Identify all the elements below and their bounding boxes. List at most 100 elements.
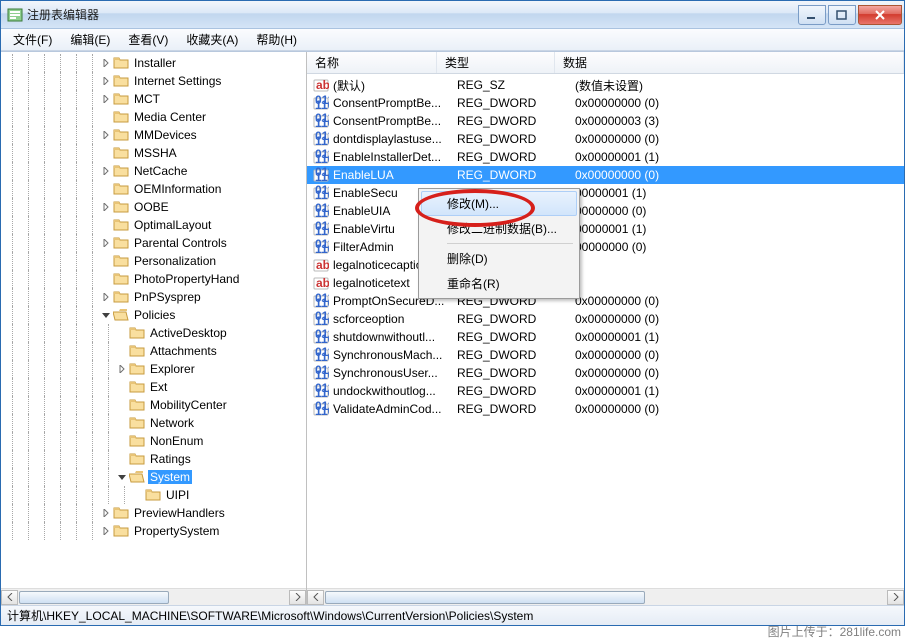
ctx-modify[interactable]: 修改(M)... [421,191,577,216]
tree-item[interactable]: NonEnum [1,432,306,450]
tree-item[interactable]: PropertySystem [1,522,306,540]
tree-item[interactable]: Personalization [1,252,306,270]
tree-item[interactable]: Installer [1,54,306,72]
expander-icon[interactable] [101,58,111,68]
expander-icon[interactable] [101,76,111,86]
list-row[interactable]: 011110undockwithoutlog...REG_DWORD0x0000… [307,382,904,400]
tree-item[interactable]: ActiveDesktop [1,324,306,342]
tree-item[interactable]: MobilityCenter [1,396,306,414]
list-row[interactable]: 011110dontdisplaylastuse...REG_DWORD0x00… [307,130,904,148]
expander-icon[interactable] [101,112,111,122]
list-row[interactable]: 011110PromptOnSecureD...REG_DWORD0x00000… [307,292,904,310]
expander-icon[interactable] [101,256,111,266]
tree-item[interactable]: MCT [1,90,306,108]
scroll-left-button[interactable] [307,590,324,605]
list-row[interactable]: 011110EnableVirtu00000001 (1) [307,220,904,238]
expander-icon[interactable] [101,130,111,140]
tree-item[interactable]: PreviewHandlers [1,504,306,522]
expander-icon[interactable] [101,238,111,248]
list-body[interactable]: ab(默认)REG_SZ(数值未设置)011110ConsentPromptBe… [307,74,904,588]
expander-icon[interactable] [117,472,127,482]
scroll-track[interactable] [324,590,887,605]
tree-item[interactable]: Network [1,414,306,432]
list-row[interactable]: ab(默认)REG_SZ(数值未设置) [307,76,904,94]
expander-icon[interactable] [117,454,127,464]
expander-icon[interactable] [101,202,111,212]
header-data[interactable]: 数据 [555,52,904,73]
list-row[interactable]: 011110shutdownwithoutl...REG_DWORD0x0000… [307,328,904,346]
tree-item[interactable]: MSSHA [1,144,306,162]
scroll-track[interactable] [18,590,289,605]
menu-view[interactable]: 查看(V) [120,29,176,50]
tree-item[interactable]: Policies [1,306,306,324]
list-row[interactable]: 011110SynchronousMach...REG_DWORD0x00000… [307,346,904,364]
menu-edit[interactable]: 编辑(E) [62,29,118,50]
expander-icon[interactable] [117,364,127,374]
tree-item[interactable]: Internet Settings [1,72,306,90]
expander-icon[interactable] [117,346,127,356]
menu-help[interactable]: 帮助(H) [248,29,305,50]
expander-icon[interactable] [101,148,111,158]
tree-scroll[interactable]: InstallerInternet SettingsMCTMedia Cente… [1,52,306,588]
tree-item[interactable]: MMDevices [1,126,306,144]
list-row[interactable]: 011110scforceoptionREG_DWORD0x00000000 (… [307,310,904,328]
list-row[interactable]: 011110EnableLUAREG_DWORD0x00000000 (0) [307,166,904,184]
expander-icon[interactable] [101,292,111,302]
scroll-thumb[interactable] [19,591,169,604]
tree-item[interactable]: Attachments [1,342,306,360]
header-name[interactable]: 名称 [307,52,437,73]
tree-hscroll[interactable] [1,588,306,605]
list-row[interactable]: 011110EnableInstallerDet...REG_DWORD0x00… [307,148,904,166]
expander-icon[interactable] [117,382,127,392]
tree-item[interactable]: Parental Controls [1,234,306,252]
tree-item[interactable]: Explorer [1,360,306,378]
list-row[interactable]: 011110SynchronousUser...REG_DWORD0x00000… [307,364,904,382]
tree-item[interactable]: Media Center [1,108,306,126]
expander-icon[interactable] [101,274,111,284]
expander-icon[interactable] [117,328,127,338]
list-row[interactable]: 011110FilterAdmin00000000 (0) [307,238,904,256]
list-row[interactable]: 011110EnableSecuREG_DWORD00000001 (1) [307,184,904,202]
expander-icon[interactable] [101,184,111,194]
expander-icon[interactable] [101,526,111,536]
expander-icon[interactable] [117,436,127,446]
tree-item[interactable]: OptimalLayout [1,216,306,234]
expander-icon[interactable] [101,508,111,518]
list-row[interactable]: ablegalnoticetextREG_SZ [307,274,904,292]
expander-icon[interactable] [133,490,143,500]
maximize-button[interactable] [828,5,856,25]
tree-item[interactable]: PhotoPropertyHand [1,270,306,288]
ctx-modify-binary[interactable]: 修改二进制数据(B)... [421,216,577,241]
list-row[interactable]: 011110ConsentPromptBe...REG_DWORD0x00000… [307,94,904,112]
tree-item[interactable]: OOBE [1,198,306,216]
expander-icon[interactable] [101,94,111,104]
tree-item[interactable]: System [1,468,306,486]
ctx-delete[interactable]: 删除(D) [421,246,577,271]
scroll-right-button[interactable] [289,590,306,605]
expander-icon[interactable] [117,418,127,428]
tree-item[interactable]: NetCache [1,162,306,180]
ctx-rename[interactable]: 重命名(R) [421,271,577,296]
list-row[interactable]: ablegalnoticecaptionREG_SZ [307,256,904,274]
titlebar[interactable]: 注册表编辑器 [1,1,904,29]
tree-item[interactable]: Ratings [1,450,306,468]
scroll-right-button[interactable] [887,590,904,605]
scroll-left-button[interactable] [1,590,18,605]
list-hscroll[interactable] [307,588,904,605]
close-button[interactable] [858,5,902,25]
tree-item[interactable]: OEMInformation [1,180,306,198]
menu-file[interactable]: 文件(F) [5,29,60,50]
expander-icon[interactable] [101,220,111,230]
list-row[interactable]: 011110EnableUIA00000000 (0) [307,202,904,220]
menu-favorites[interactable]: 收藏夹(A) [178,29,246,50]
list-row[interactable]: 011110ValidateAdminCod...REG_DWORD0x0000… [307,400,904,418]
tree-item[interactable]: Ext [1,378,306,396]
scroll-thumb[interactable] [325,591,645,604]
tree-item[interactable]: PnPSysprep [1,288,306,306]
expander-icon[interactable] [101,166,111,176]
list-row[interactable]: 011110ConsentPromptBe...REG_DWORD0x00000… [307,112,904,130]
tree-item[interactable]: UIPI [1,486,306,504]
expander-icon[interactable] [117,400,127,410]
header-type[interactable]: 类型 [437,52,555,73]
minimize-button[interactable] [798,5,826,25]
